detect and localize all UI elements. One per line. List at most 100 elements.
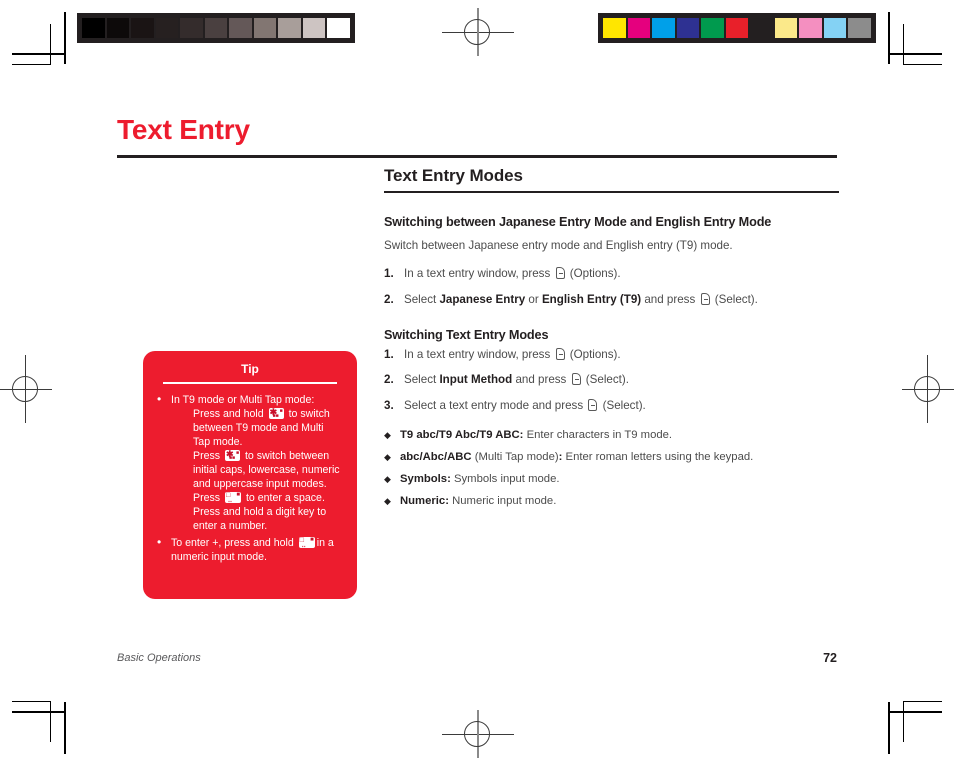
step-text-pre: Select a text entry mode and press (404, 399, 587, 413)
tip-callout-box: Tip • In T9 mode or Multi Tap mode: Pres… (143, 351, 357, 599)
subsection-japanese-english: Switching between Japanese Entry Mode an… (384, 215, 839, 308)
subsection-lead-text: Switch between Japanese entry mode and E… (384, 239, 733, 253)
step-text-post: (Select). (599, 399, 646, 413)
star-key-icon: ✱ ■ ■■ (268, 407, 284, 419)
list-item: ◆ Symbols: Symbols input mode. (384, 472, 839, 487)
tip-list-item: • To enter +, press and hold □ ■ ․․ in a nu… (157, 536, 341, 565)
tip-list-item: • In T9 mode or Multi Tap mode: Press an… (157, 393, 341, 534)
step-number: 3. (384, 399, 394, 413)
softkey-icon (700, 292, 710, 305)
softkey-icon (555, 347, 565, 360)
section-heading: Text Entry Modes (384, 166, 523, 185)
step-emphasis: Japanese Entry (439, 292, 526, 306)
star-glyph-mark: ■■ (229, 454, 236, 461)
tip-paragraph: Press □ ■ ․․ to enter a space. (171, 491, 341, 506)
tip-item-body: To enter +, press and hold □ ■ ․․ in a nume… (171, 536, 341, 565)
step-text-mid: or (525, 292, 542, 306)
tip-divider (163, 382, 337, 384)
steps-list: 1. In a text entry window, press (Option… (384, 347, 839, 414)
step-text-post: (Select). (582, 373, 629, 387)
list-item-text: Numeric: Numeric input mode. (400, 494, 556, 509)
step-text: In a text entry window, press (Options). (404, 266, 621, 282)
softkey-icon (555, 267, 565, 280)
hash-glyph-mark: ■ (310, 536, 314, 543)
tip-item-body: In T9 mode or Multi Tap mode: Press and … (171, 394, 341, 534)
tip-text-pre: Press (193, 491, 224, 504)
list-item-desc: Enter roman letters using the keypad. (562, 450, 754, 463)
step-item: 2. Select Japanese Entry or English Entr… (384, 292, 839, 308)
step-text-mid: and press (641, 292, 699, 306)
bullet-dot-icon: • (157, 534, 162, 549)
step-text: Select Japanese Entry or English Entry (… (404, 292, 758, 308)
list-item-term: abc/Abc/ABC (400, 450, 472, 463)
step-text-pre: Select (404, 373, 440, 387)
list-item: ◆ abc/Abc/ABC (Multi Tap mode): Enter ro… (384, 450, 839, 465)
step-emphasis: Input Method (439, 373, 513, 387)
step-number: 1. (384, 267, 394, 281)
hash-glyph-mark: ․․ (228, 497, 233, 503)
list-item-text: Symbols: Symbols input mode. (400, 472, 560, 487)
tip-text-pre: Press (193, 449, 224, 462)
tip-paragraph: Press and hold a digit key to enter a nu… (193, 505, 327, 532)
list-item-term: T9 abc/T9 Abc/T9 ABC: (400, 428, 524, 441)
step-item: 1. In a text entry window, press (Option… (384, 347, 839, 363)
star-glyph-mark: ■■ (272, 412, 279, 419)
list-item: ◆ Numeric: Numeric input mode. (384, 494, 839, 509)
tip-title: Tip (241, 362, 259, 376)
step-number: 2. (384, 292, 394, 306)
main-content-column: Text Entry Modes Switching between Japan… (384, 166, 839, 517)
step-text-pre: Select (404, 292, 440, 306)
diamond-icon: ◆ (384, 451, 391, 462)
softkey-icon (571, 373, 581, 386)
hash-glyph-mark: ․․ (301, 542, 306, 548)
step-text-post: (Options). (566, 267, 621, 281)
star-key-icon: ✱ ■ ■■ (225, 449, 241, 461)
step-item: 3. Select a text entry mode and press (S… (384, 398, 839, 414)
list-item-desc: Numeric input mode. (448, 495, 557, 508)
list-item-desc: Symbols input mode. (450, 473, 560, 486)
tip-paragraph: Press and hold ✱ ■ ■■ to switch between T9… (171, 407, 341, 450)
list-item-desc: Enter characters in T9 mode. (523, 428, 673, 441)
subsection-switching-modes: Switching Text Entry Modes 1. In a text … (384, 328, 839, 510)
page-title: Text Entry (117, 114, 250, 145)
list-item-term: Symbols: (400, 473, 451, 486)
subsection-heading: Switching between Japanese Entry Mode an… (384, 215, 772, 229)
step-emphasis: English Entry (T9) (541, 292, 642, 306)
star-glyph-mark: ■ (279, 407, 283, 414)
tip-text-pre: To enter +, press and hold (171, 536, 297, 549)
steps-list: 1. In a text entry window, press (Option… (384, 266, 839, 307)
softkey-icon (588, 399, 598, 412)
list-item-term: Numeric: (400, 495, 449, 508)
step-text-mid: and press (512, 373, 570, 387)
list-item: ◆ T9 abc/T9 Abc/T9 ABC: Enter characters… (384, 428, 839, 443)
list-item-text: abc/Abc/ABC (Multi Tap mode): Enter roma… (400, 450, 753, 465)
document-page: Text Entry Text Entry Modes Switching be… (0, 0, 954, 766)
step-text-pre: In a text entry window, press (404, 347, 554, 361)
step-text: In a text entry window, press (Options). (404, 347, 621, 363)
step-number: 1. (384, 347, 394, 361)
diamond-icon: ◆ (384, 474, 391, 485)
star-glyph-mark: ■ (236, 449, 240, 456)
entry-modes-list: ◆ T9 abc/T9 Abc/T9 ABC: Enter characters… (384, 428, 839, 510)
tip-text-pre: Press and hold (193, 407, 267, 420)
step-text: Select Input Method and press (Select). (404, 372, 629, 388)
hash-key-icon: □ ■ ․․ (298, 536, 315, 548)
step-text: Select a text entry mode and press (Sele… (404, 398, 646, 414)
bullet-dot-icon: • (157, 392, 162, 406)
step-item: 2. Select Input Method and press (Select… (384, 372, 839, 388)
title-divider (117, 155, 837, 158)
hash-key-icon: □ ■ ․․ (225, 491, 242, 503)
diamond-icon: ◆ (384, 429, 391, 440)
step-number: 2. (384, 373, 394, 387)
hash-glyph-mark: ■ (236, 491, 241, 498)
tip-list: • In T9 mode or Multi Tap mode: Press an… (143, 393, 357, 565)
list-item-qualifier: (Multi Tap mode) (471, 450, 559, 463)
step-text-post: (Select). (711, 292, 758, 306)
step-text-pre: In a text entry window, press (404, 267, 554, 281)
list-item-text: T9 abc/T9 Abc/T9 ABC: Enter characters i… (400, 428, 672, 443)
step-text-post: (Options). (566, 347, 621, 361)
diamond-icon: ◆ (384, 496, 391, 507)
step-item: 1. In a text entry window, press (Option… (384, 266, 839, 282)
tip-line: In T9 mode or Multi Tap mode: (171, 394, 315, 406)
footer-section-label: Basic Operations (117, 652, 201, 664)
